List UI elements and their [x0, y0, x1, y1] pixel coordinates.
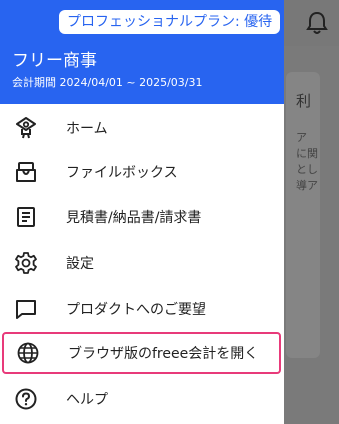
menu-item-feedback[interactable]: プロダクトへのご要望: [0, 287, 284, 331]
menu-item-label: ヘルプ: [66, 392, 108, 408]
menu-item-open-browser[interactable]: ブラウザ版のfreee会計を開く: [2, 332, 281, 374]
gear-icon: [14, 251, 38, 275]
bell-icon[interactable]: [306, 10, 328, 36]
help-icon: [14, 387, 38, 411]
menu-item-label: ファイルボックス: [66, 165, 178, 181]
globe-icon: [16, 341, 40, 365]
file-box-icon: [14, 160, 38, 184]
menu-item-label: 見積書/納品書/請求書: [66, 210, 202, 226]
navigation-drawer: プロフェッショナルプラン: 優待 フリー商事 会計期間 2024/04/01 ~…: [0, 0, 284, 424]
background-card-title: 利: [296, 92, 312, 110]
fiscal-period: 会計期間 2024/04/01 ~ 2025/03/31: [12, 76, 203, 89]
background-card: [286, 72, 320, 358]
menu-item-label: プロダクトへのご要望: [66, 302, 206, 318]
drawer-header: プロフェッショナルプラン: 優待 フリー商事 会計期間 2024/04/01 ~…: [0, 0, 284, 104]
menu-item-invoices[interactable]: 見積書/納品書/請求書: [0, 195, 284, 239]
home-robot-icon: [14, 116, 38, 140]
plan-badge: プロフェッショナルプラン: 優待: [59, 10, 281, 34]
menu-item-home[interactable]: ホーム: [0, 106, 284, 150]
invoice-icon: [14, 205, 38, 229]
menu-item-file-box[interactable]: ファイルボックス: [0, 150, 284, 194]
menu-item-help[interactable]: ヘルプ: [0, 377, 284, 421]
company-name[interactable]: フリー商事: [12, 46, 97, 71]
feedback-icon: [14, 297, 38, 321]
menu-item-settings[interactable]: 設定: [0, 241, 284, 285]
background-card-text: ア に関 とし 導ア: [296, 131, 318, 192]
menu-item-label: ホーム: [66, 121, 108, 137]
menu-item-label: ブラウザ版のfreee会計を開く: [68, 346, 259, 362]
menu-item-label: 設定: [66, 256, 94, 272]
